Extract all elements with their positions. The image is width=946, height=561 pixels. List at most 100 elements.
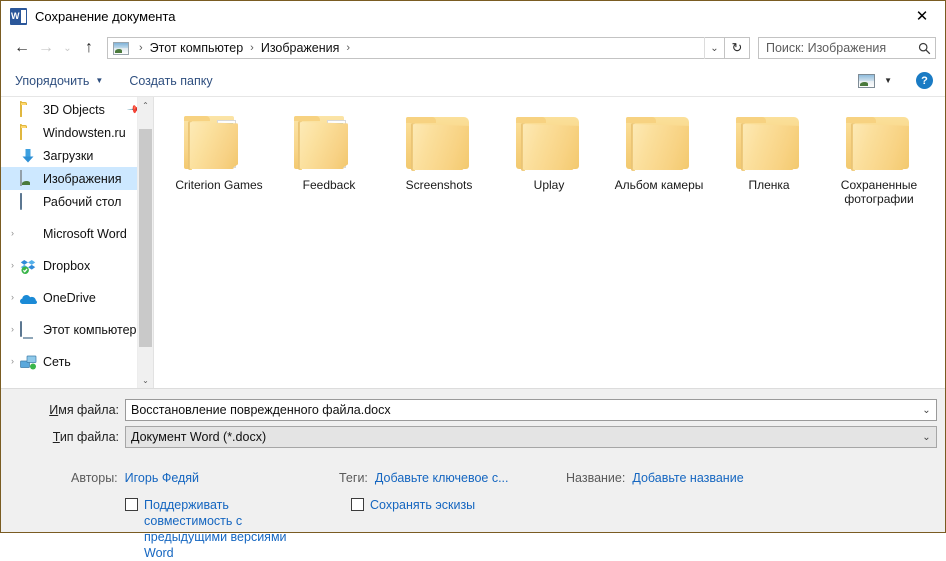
filename-input[interactable]: Восстановление поврежденного файла.docx … — [125, 399, 937, 421]
folder-label: Uplay — [533, 178, 565, 192]
navigation-pane: 3D Objects 📌 Windowsten.ru Загрузки Изоб… — [1, 97, 154, 388]
search-input[interactable]: Поиск: Изображения — [758, 37, 936, 59]
title-label: Название: — [566, 471, 626, 485]
refresh-icon[interactable]: ↻ — [725, 37, 750, 59]
folder-icon — [293, 113, 365, 171]
authors-field: Авторы: Игорь Федяй — [71, 471, 199, 489]
sidebar-item-label: OneDrive — [43, 290, 96, 305]
desktop-icon — [20, 192, 37, 210]
folder-item[interactable]: Feedback — [274, 109, 384, 206]
sidebar-item-label: 3D Objects — [43, 102, 105, 117]
folder-item[interactable]: Criterion Games — [164, 109, 274, 206]
save-thumbnails-checkbox[interactable] — [351, 498, 364, 511]
folder-item[interactable]: Screenshots — [384, 109, 494, 206]
folder-label: Screenshots — [405, 178, 473, 192]
tree-group-gap — [1, 213, 153, 222]
tree-group-gap — [1, 341, 153, 350]
tags-field: Теги: Добавьте ключевое с... — [339, 471, 509, 489]
tags-value[interactable]: Добавьте ключевое с... — [375, 471, 509, 485]
folder-grid: Criterion Games Feedback Screenshots Upl… — [164, 109, 945, 206]
authors-value[interactable]: Игорь Федяй — [125, 471, 199, 485]
folder-item[interactable]: Пленка — [714, 109, 824, 206]
pictures-icon — [20, 169, 37, 187]
folder-icon — [843, 113, 915, 171]
sidebar-item-3d-objects[interactable]: 3D Objects 📌 — [1, 98, 153, 121]
sidebar-item-onedrive[interactable]: › OneDrive — [1, 286, 153, 309]
network-icon — [20, 354, 37, 370]
scroll-up-icon[interactable]: ⌃ — [138, 97, 153, 113]
folder-item[interactable]: Альбом камеры — [604, 109, 714, 206]
compatibility-checkbox-row[interactable]: Поддерживать совместимость с предыдущими… — [125, 497, 315, 561]
save-thumbnails-checkbox-label: Сохранять эскизы — [370, 498, 476, 512]
breadcrumb-item-computer[interactable]: Этот компьютер — [149, 41, 244, 55]
folder-icon — [623, 113, 695, 171]
sidebar-item-label: Microsoft Word — [43, 226, 127, 241]
word-icon — [20, 226, 37, 242]
dropbox-icon — [20, 258, 37, 274]
folder-item[interactable]: Uplay — [494, 109, 604, 206]
new-folder-button[interactable]: Создать папку — [129, 74, 212, 88]
breadcrumb-separator: › — [346, 42, 351, 54]
tree-group-gap — [1, 309, 153, 318]
filename-row: Имя файла: Восстановление поврежденного … — [1, 399, 945, 421]
title-value[interactable]: Добавьте название — [632, 471, 743, 485]
folder-icon — [513, 113, 585, 171]
tags-label: Теги: — [339, 471, 368, 485]
sidebar-item-desktop[interactable]: Рабочий стол — [1, 190, 153, 213]
sidebar-item-downloads[interactable]: Загрузки — [1, 144, 153, 167]
folder-label: Feedback — [302, 178, 356, 192]
sidebar-item-network[interactable]: › Сеть — [1, 350, 153, 373]
expander-icon[interactable]: › — [5, 293, 20, 302]
forward-icon[interactable]: → — [34, 36, 58, 60]
expander-icon[interactable]: › — [5, 357, 20, 366]
expander-icon[interactable]: › — [5, 325, 20, 334]
help-icon[interactable]: ? — [916, 72, 933, 89]
chevron-down-icon[interactable]: ⌄ — [917, 405, 936, 416]
save-thumbnails-checkbox-row[interactable]: Сохранять эскизы — [351, 497, 551, 513]
filetype-dropdown[interactable]: Документ Word (*.docx) ⌄ — [125, 426, 937, 448]
sidebar-item-dropbox[interactable]: › Dropbox — [1, 254, 153, 277]
scrollbar-thumb[interactable] — [139, 129, 152, 347]
search-icon[interactable] — [913, 42, 935, 55]
sidebar-item-pictures[interactable]: Изображения — [1, 167, 153, 190]
pictures-icon — [113, 41, 129, 55]
folder-item[interactable]: Сохраненные фотографии — [824, 109, 934, 206]
sidebar-item-microsoft-word[interactable]: › Microsoft Word — [1, 222, 153, 245]
back-icon[interactable]: ← — [10, 36, 34, 60]
file-list-pane[interactable]: Criterion Games Feedback Screenshots Upl… — [154, 97, 945, 388]
change-view-icon[interactable] — [858, 73, 876, 88]
breadcrumb-item-pictures[interactable]: Изображения — [260, 41, 341, 55]
filename-value: Восстановление поврежденного файла.docx — [131, 403, 391, 417]
sidebar-item-label: Рабочий стол — [43, 194, 122, 209]
sidebar-item-this-pc[interactable]: › Этот компьютер — [1, 318, 153, 341]
chevron-down-icon[interactable]: ⌄ — [704, 37, 724, 59]
sidebar-item-label: Загрузки — [43, 148, 94, 163]
chevron-down-icon[interactable]: ⌄ — [917, 432, 936, 443]
scroll-down-icon[interactable]: ⌄ — [138, 372, 153, 388]
expander-icon[interactable]: › — [5, 261, 20, 270]
folder-label: Альбом камеры — [614, 178, 704, 192]
command-bar: Упорядочить ▼ Создать папку ▼ ? — [1, 65, 945, 97]
computer-icon — [20, 320, 37, 338]
compatibility-checkbox-label: Поддерживать совместимость с предыдущими… — [144, 498, 287, 560]
filetype-label: Тип файла: — [52, 430, 119, 444]
save-form: Имя файла: Восстановление поврежденного … — [1, 388, 945, 560]
authors-label: Авторы: — [71, 471, 118, 485]
folder-icon — [20, 123, 37, 141]
organize-button[interactable]: Упорядочить ▼ — [15, 74, 103, 88]
up-one-level-icon[interactable]: ↑ — [77, 36, 101, 60]
folder-icon — [183, 113, 255, 171]
sidebar-scrollbar[interactable]: ⌃ ⌄ — [137, 97, 153, 388]
folder-icon — [733, 113, 805, 171]
compatibility-checkbox[interactable] — [125, 498, 138, 511]
download-icon — [20, 148, 37, 164]
folder-icon — [403, 113, 475, 171]
breadcrumb-separator: › — [250, 42, 254, 54]
chevron-down-icon[interactable]: ▼ — [884, 76, 892, 85]
close-button[interactable]: ✕ — [899, 1, 945, 30]
folder-tree: 3D Objects 📌 Windowsten.ru Загрузки Изоб… — [1, 97, 153, 373]
address-bar[interactable]: › Этот компьютер › Изображения › ⌄ — [107, 37, 725, 59]
recent-locations-icon[interactable]: ⌄ — [58, 36, 77, 60]
sidebar-item-windowsten[interactable]: Windowsten.ru — [1, 121, 153, 144]
tree-group-gap — [1, 277, 153, 286]
